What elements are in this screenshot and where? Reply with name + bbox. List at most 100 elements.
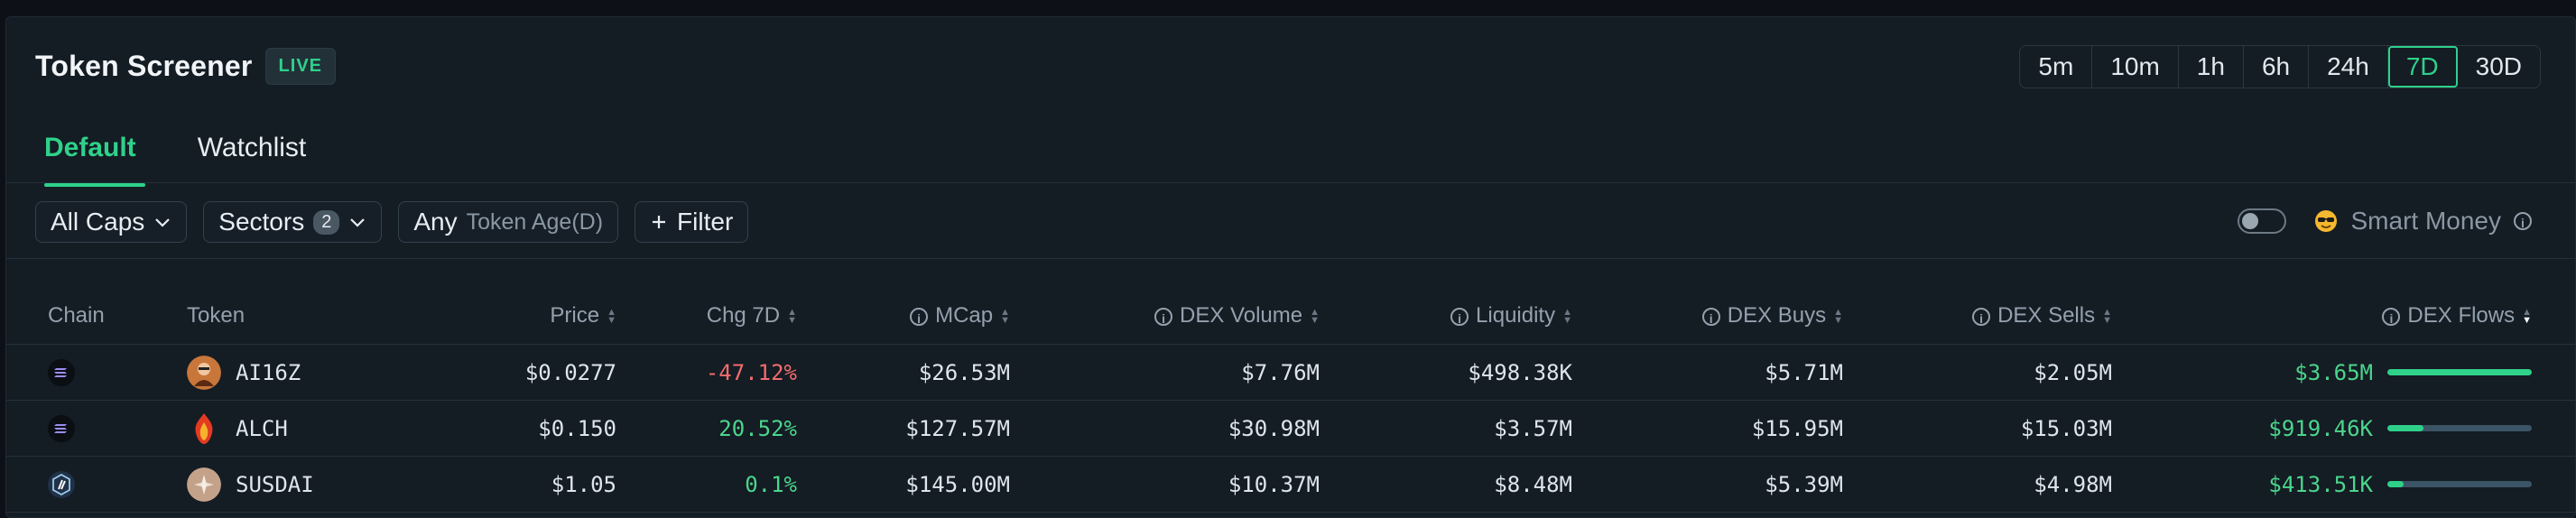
col-header-chg[interactable]: Chg 7D ▲ ▼ [616, 288, 797, 345]
live-badge: LIVE [264, 48, 336, 85]
buys-cell: $5.71M [1572, 344, 1843, 401]
token-age-filter[interactable]: Any Token Age(D) [398, 201, 619, 243]
sectors-dropdown[interactable]: Sectors 2 [203, 201, 383, 243]
col-header-buys[interactable]: i DEX Buys ▲ ▼ [1572, 288, 1843, 345]
col-header-token: Token [187, 288, 422, 345]
col-header-chain: Chain [6, 288, 187, 345]
mcap-cell: $26.53M [797, 344, 1010, 401]
info-icon: i [1450, 307, 1469, 326]
tab-default[interactable]: Default [35, 133, 145, 187]
info-icon: i [1972, 307, 1991, 326]
table-header-row: Chain Token Price ▲ ▼ Chg 7D ▲ ▼ i MCap ▲ ▼ i DE… [6, 288, 2575, 345]
info-icon: i [1154, 307, 1173, 326]
sells-cell: $15.03M [1843, 400, 2112, 457]
col-header-buys-label: DEX Buys [1727, 303, 1827, 328]
col-header-mcap-label: MCap [935, 303, 994, 328]
col-header-sells-label: DEX Sells [1997, 303, 2096, 328]
table-row[interactable]: AI16Z $0.0277 -47.12% $26.53M $7.76M $49… [6, 344, 2575, 401]
token-symbol: SUSDAI [236, 471, 314, 497]
susdai-token-logo [187, 467, 221, 502]
info-icon[interactable]: i [2514, 212, 2532, 230]
timeframe-30d[interactable]: 30D [2458, 46, 2540, 88]
liquidity-cell: $3.57M [1320, 400, 1572, 457]
add-filter-button[interactable]: Filter [635, 201, 749, 243]
sort-icon: ▲ ▼ [787, 306, 797, 326]
filter-bar: All Caps Sectors 2 Any Token Age(D) Filt… [35, 201, 749, 243]
flows-cell: $413.51K [2268, 471, 2373, 497]
sort-icon: ▲ ▼ [1310, 306, 1320, 326]
sectors-dropdown-label: Sectors [218, 208, 305, 236]
timeframe-24h[interactable]: 24h [2309, 46, 2388, 88]
timeframe-6h[interactable]: 6h [2244, 46, 2310, 88]
timeframe-5m[interactable]: 5m [2020, 46, 2093, 88]
sunglasses-emoji-icon [2314, 210, 2337, 232]
change-cell: -47.12% [616, 344, 797, 401]
volume-cell: $30.98M [1010, 400, 1320, 457]
col-header-chg-label: Chg 7D [706, 303, 781, 328]
token-age-value: Any [413, 208, 458, 236]
col-header-flows[interactable]: i DEX Flows ▲ ▼ [2112, 288, 2575, 345]
col-header-mcap[interactable]: i MCap ▲ ▼ [797, 288, 1010, 345]
flow-bar [2387, 481, 2532, 487]
sells-cell: $2.05M [1843, 344, 2112, 401]
liquidity-cell: $498.38K [1320, 344, 1572, 401]
timeframe-selector: 5m 10m 1h 6h 24h 7D 30D [2019, 45, 2541, 88]
col-header-price[interactable]: Price ▲ ▼ [422, 288, 616, 345]
timeframe-10m[interactable]: 10m [2092, 46, 2179, 88]
sells-cell: $4.98M [1843, 456, 2112, 513]
solana-chain-icon [48, 414, 75, 442]
ai16z-token-logo [187, 355, 221, 390]
volume-cell: $7.76M [1010, 344, 1320, 401]
smart-money-label: Smart Money [2350, 207, 2502, 235]
col-header-sells[interactable]: i DEX Sells ▲ ▼ [1843, 288, 2112, 345]
liquidity-cell: $8.48M [1320, 456, 1572, 513]
caps-dropdown[interactable]: All Caps [35, 201, 188, 243]
tab-watchlist[interactable]: Watchlist [189, 133, 316, 187]
arbitrum-chain-icon [48, 470, 75, 498]
flow-bar [2387, 369, 2532, 375]
price-cell: $0.150 [422, 400, 616, 457]
sort-desc-icon: ▲ ▼ [2522, 306, 2532, 326]
solana-chain-icon [48, 358, 75, 386]
sort-icon: ▲ ▼ [1562, 306, 1572, 326]
table-row[interactable]: ALCH $0.150 20.52% $127.57M $30.98M $3.5… [6, 400, 2575, 457]
change-cell: 20.52% [616, 400, 797, 457]
table-row[interactable]: SUSDAI $1.05 0.1% $145.00M $10.37M $8.48… [6, 456, 2575, 513]
flows-cell: $919.46K [2268, 415, 2373, 441]
flow-bar [2387, 425, 2532, 431]
price-cell: $1.05 [422, 456, 616, 513]
mcap-cell: $127.57M [797, 400, 1010, 457]
volume-cell: $10.37M [1010, 456, 1320, 513]
token-screener-panel: Token Screener LIVE 5m 10m 1h 6h 24h 7D … [5, 16, 2576, 518]
col-header-volume-label: DEX Volume [1180, 303, 1303, 328]
col-header-volume[interactable]: i DEX Volume ▲ ▼ [1010, 288, 1320, 345]
price-cell: $0.0277 [422, 344, 616, 401]
plus-icon [653, 216, 666, 228]
col-header-liquidity-label: Liquidity [1476, 303, 1556, 328]
col-header-price-label: Price [550, 303, 600, 328]
timeframe-1h[interactable]: 1h [2179, 46, 2244, 88]
flows-cell: $3.65M [2294, 359, 2373, 385]
filters-divider [6, 258, 2575, 259]
info-icon: i [2382, 307, 2401, 326]
col-header-liquidity[interactable]: i Liquidity ▲ ▼ [1320, 288, 1572, 345]
chevron-down-icon [350, 218, 366, 227]
tab-bar: Default Watchlist [35, 133, 315, 187]
info-icon: i [1701, 307, 1720, 326]
alch-token-logo [195, 412, 213, 444]
smart-money-toggle[interactable] [2237, 208, 2286, 234]
tabs-divider [6, 182, 2575, 183]
timeframe-7d[interactable]: 7D [2387, 46, 2458, 88]
chevron-down-icon [155, 218, 171, 227]
sort-icon: ▲ ▼ [607, 306, 616, 326]
caps-dropdown-label: All Caps [51, 208, 145, 236]
add-filter-label: Filter [677, 208, 734, 236]
header: Token Screener LIVE [35, 48, 336, 85]
buys-cell: $5.39M [1572, 456, 1843, 513]
info-icon: i [910, 307, 929, 326]
page-title: Token Screener [35, 50, 253, 82]
token-table: Chain Token Price ▲ ▼ Chg 7D ▲ ▼ i MCap ▲ ▼ i DE… [6, 288, 2575, 513]
smart-money-toggle-group: Smart Money i [2237, 207, 2540, 236]
change-cell: 0.1% [616, 456, 797, 513]
token-symbol: AI16Z [236, 359, 301, 385]
